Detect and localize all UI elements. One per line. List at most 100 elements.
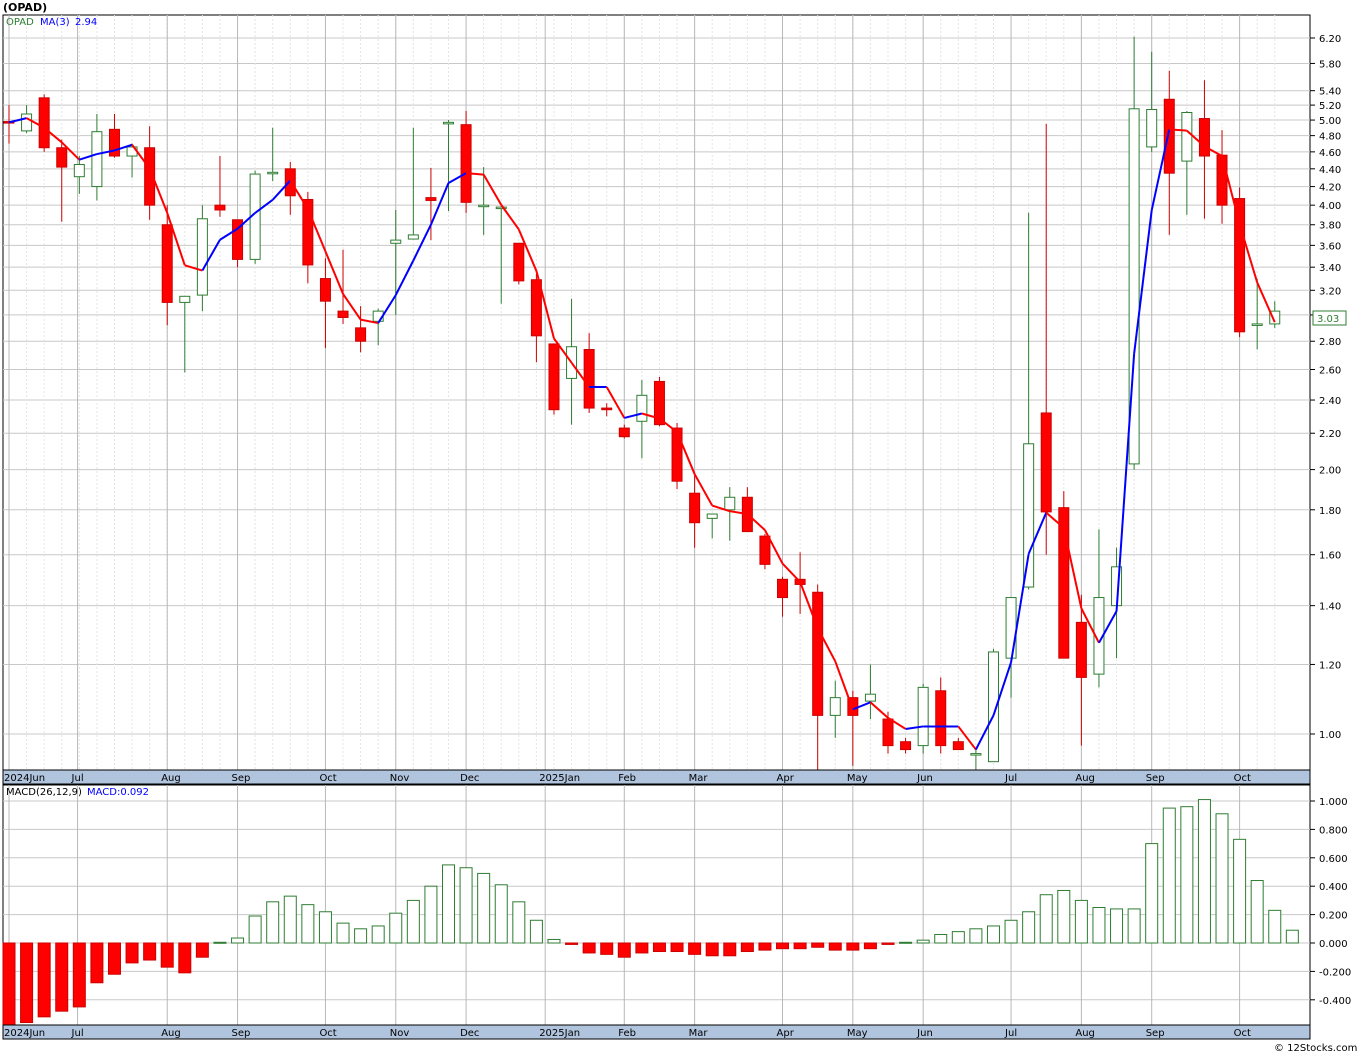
price-x-axis-band bbox=[2, 769, 1311, 785]
macd-bar-positive bbox=[406, 899, 420, 944]
price-x-tick-label: Nov bbox=[390, 773, 410, 784]
macd-bar-negative bbox=[758, 942, 772, 951]
candle-down bbox=[337, 310, 349, 318]
macd-y-tick-label: 0.400 bbox=[1319, 882, 1348, 893]
macd-bar-positive bbox=[1022, 911, 1036, 944]
macd-x-tick-label: Jun bbox=[916, 1028, 933, 1039]
price-x-tick-label: Dec bbox=[460, 773, 479, 784]
candle-up bbox=[390, 239, 402, 244]
macd-y-tick-label: 1.000 bbox=[1319, 797, 1348, 808]
macd-bar-positive bbox=[1039, 894, 1053, 944]
price-y-tick-label: 1.60 bbox=[1319, 551, 1341, 562]
price-x-tick-label: Sep bbox=[232, 773, 251, 784]
macd-bar-positive bbox=[1057, 889, 1071, 944]
candle-down bbox=[214, 204, 226, 211]
chart-title: (OPAD) bbox=[3, 1, 47, 14]
macd-bar-positive bbox=[336, 922, 350, 944]
macd-bar-negative bbox=[178, 942, 192, 974]
last-price-label: 3.03 bbox=[1317, 314, 1339, 325]
macd-bar-positive bbox=[986, 925, 1000, 944]
price-x-tick-label: Oct bbox=[319, 773, 336, 784]
macd-bar-negative bbox=[600, 942, 614, 955]
price-y-axis: 1.00 1.20 1.40 1.60 1.80 2.00 2.20 2.40 2.60 2.80… bbox=[1310, 34, 1341, 741]
price-y-tick-label: 3.40 bbox=[1319, 263, 1341, 274]
macd-bar-positive bbox=[477, 872, 491, 944]
macd-y-axis: -0.400 -0.200 0.000 0.200 0.400 0.600 0.800 1.0… bbox=[1310, 797, 1351, 1007]
candle-up bbox=[179, 295, 191, 303]
macd-bar-positive bbox=[899, 941, 913, 944]
price-y-tick-label: 5.00 bbox=[1319, 116, 1341, 127]
candle-down bbox=[56, 147, 68, 168]
macd-bar-positive bbox=[389, 912, 403, 944]
macd-bar-negative bbox=[652, 942, 666, 953]
candle-down bbox=[513, 242, 525, 282]
candle-down bbox=[935, 690, 947, 747]
candle-up bbox=[1023, 443, 1035, 588]
macd-x-tick-label: 2024Jun bbox=[4, 1028, 45, 1039]
candle-up bbox=[724, 496, 736, 511]
candle-up bbox=[1251, 323, 1263, 326]
candle-up bbox=[1181, 112, 1193, 162]
macd-bar-negative bbox=[72, 942, 86, 1008]
macd-y-tick-label: -0.200 bbox=[1319, 967, 1351, 978]
candle-down bbox=[1198, 118, 1210, 157]
macd-x-tick-label: Nov bbox=[390, 1028, 410, 1039]
macd-bar-positive bbox=[283, 895, 297, 944]
price-y-tick-label: 5.20 bbox=[1319, 101, 1341, 112]
macd-bar-positive bbox=[916, 939, 930, 944]
candle-down bbox=[1040, 412, 1052, 513]
macd-x-tick-label: Feb bbox=[618, 1028, 636, 1039]
candle-down bbox=[1163, 98, 1175, 174]
macd-bar-positive bbox=[1127, 908, 1141, 944]
macd-bar-negative bbox=[125, 942, 139, 964]
macd-y-tick-label: 0.200 bbox=[1319, 911, 1348, 922]
candle-down bbox=[812, 591, 824, 716]
candle-down bbox=[689, 492, 701, 524]
candle-down bbox=[460, 124, 472, 203]
macd-x-axis-band bbox=[2, 1024, 1311, 1040]
macd-bar-positive bbox=[1233, 838, 1247, 944]
macd-bar-positive bbox=[1268, 909, 1282, 944]
macd-x-tick-label: Sep bbox=[232, 1028, 251, 1039]
macd-bar-negative bbox=[793, 942, 807, 950]
price-x-tick-label: Jul bbox=[1004, 773, 1017, 784]
macd-bar-positive bbox=[1145, 843, 1159, 944]
macd-bar-positive bbox=[318, 911, 332, 944]
candle-up bbox=[407, 234, 419, 240]
macd-x-tick-label: Jul bbox=[1004, 1028, 1017, 1039]
candle-down bbox=[882, 718, 894, 747]
macd-bar-positive bbox=[371, 925, 385, 944]
macd-bar-negative bbox=[688, 942, 702, 955]
macd-bar-negative bbox=[160, 942, 174, 968]
price-legend-ma-label: MA(3) bbox=[40, 17, 70, 28]
price-x-tick-label: Aug bbox=[161, 773, 181, 784]
price-x-tick-label: Feb bbox=[618, 773, 636, 784]
price-y-tick-label: 6.20 bbox=[1319, 34, 1341, 45]
price-x-tick-label: 2024Jun bbox=[4, 773, 45, 784]
candle-up bbox=[917, 686, 929, 747]
macd-legend-label: MACD(26,12,9) bbox=[6, 787, 82, 798]
macd-bar-positive bbox=[424, 885, 438, 944]
macd-x-tick-label: Sep bbox=[1146, 1028, 1165, 1039]
price-y-tick-label: 2.80 bbox=[1319, 337, 1341, 348]
macd-bar-negative bbox=[565, 942, 579, 945]
macd-bar-negative bbox=[635, 942, 649, 954]
candle-down bbox=[548, 343, 560, 411]
price-y-tick-label: 4.60 bbox=[1319, 148, 1341, 159]
candle-down bbox=[161, 224, 173, 303]
candle-up bbox=[829, 697, 841, 716]
macd-bar-positive bbox=[969, 928, 983, 944]
price-x-tick-label: May bbox=[847, 773, 868, 784]
candle-down bbox=[355, 327, 367, 342]
macd-x-tick-label: Aug bbox=[1075, 1028, 1095, 1039]
candle-down bbox=[425, 197, 437, 201]
price-y-tick-label: 5.40 bbox=[1319, 87, 1341, 98]
candle-up bbox=[1146, 109, 1158, 148]
candle-down bbox=[1234, 198, 1246, 333]
macd-bar-negative bbox=[881, 942, 895, 945]
macd-bar-positive bbox=[1074, 899, 1088, 944]
candle-up bbox=[21, 113, 33, 132]
candle-up bbox=[970, 753, 982, 756]
candle-down bbox=[38, 97, 50, 149]
macd-bar-negative bbox=[705, 942, 719, 957]
